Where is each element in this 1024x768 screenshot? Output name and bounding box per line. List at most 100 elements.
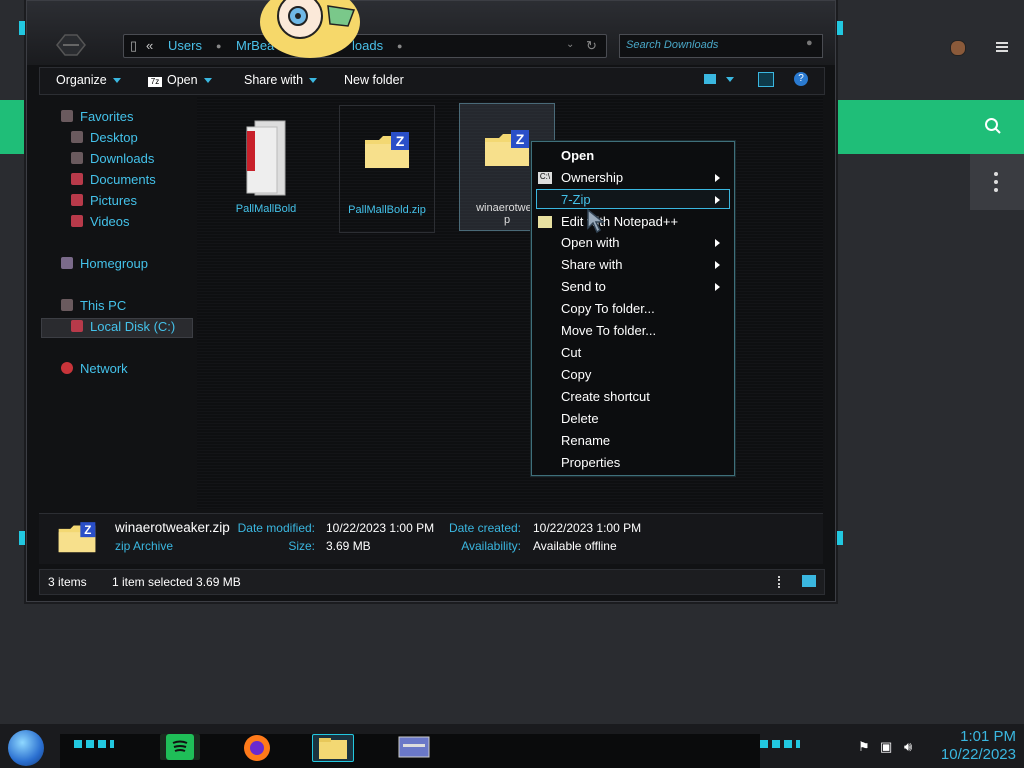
- menu-item-move-to-folder[interactable]: Move To folder...: [561, 323, 656, 338]
- sidebar-item-desktop[interactable]: Desktop: [71, 130, 138, 145]
- search-input[interactable]: Search Downloads ●: [619, 34, 823, 58]
- svg-text:Z: Z: [396, 133, 405, 149]
- large-icons-view-icon[interactable]: [802, 575, 816, 587]
- search-icon[interactable]: [984, 117, 1002, 135]
- menu-item-create-shortcut[interactable]: Create shortcut: [561, 389, 650, 404]
- desktop-icon: [71, 131, 83, 143]
- new-folder-button[interactable]: New folder: [344, 73, 404, 87]
- navigation-pane: Favorites Desktop Downloads Documents Pi…: [39, 97, 197, 509]
- preview-pane-icon[interactable]: [758, 72, 774, 87]
- taskbar-app-window[interactable]: [394, 734, 434, 760]
- taskbar-app-firefox[interactable]: [238, 734, 278, 761]
- file-name: PallMallBold: [235, 203, 297, 215]
- zip-folder-icon: Z: [485, 130, 529, 166]
- chevron-down-icon: [309, 78, 318, 84]
- breadcrumb-users[interactable]: Users: [168, 38, 202, 53]
- frame-accent: [837, 531, 843, 545]
- details-view-icon[interactable]: [778, 576, 784, 588]
- sidebar-item-this-pc[interactable]: This PC: [61, 298, 126, 313]
- chevron-down-icon: [726, 77, 734, 83]
- menu-item-properties[interactable]: Properties: [561, 455, 620, 470]
- search-icon: ●: [806, 37, 813, 49]
- view-icon[interactable]: [704, 74, 716, 84]
- more-options-button[interactable]: [970, 154, 1024, 210]
- menu-item-copy[interactable]: Copy: [561, 367, 591, 382]
- help-icon[interactable]: ?: [794, 72, 808, 86]
- star-icon: [61, 110, 73, 122]
- details-pane: Z winaerotweaker.zip zip Archive Date mo…: [39, 513, 823, 564]
- menu-item-open[interactable]: Open: [561, 148, 594, 163]
- frame-accent: [837, 21, 843, 35]
- share-with-button[interactable]: Share with: [244, 73, 318, 87]
- sidebar-item-local-disk[interactable]: Local Disk (C:): [71, 319, 175, 334]
- chevron-down-icon: [203, 78, 212, 84]
- chevron-down-icon: [112, 78, 121, 84]
- start-button[interactable]: [8, 730, 44, 766]
- detail-size: 3.69 MB: [326, 539, 371, 553]
- menu-item-edit-notepad[interactable]: Edit with Notepad++: [561, 214, 678, 229]
- menu-item-7zip[interactable]: 7-Zip: [561, 192, 591, 207]
- menu-item-ownership[interactable]: Ownership: [561, 170, 623, 185]
- 7zip-icon: 7z: [148, 77, 162, 87]
- submenu-arrow-icon: [715, 174, 720, 182]
- avatar[interactable]: [950, 40, 966, 56]
- sticker-image: [260, 0, 360, 58]
- command-bar: Organize 7z Open Share with New folder ?: [39, 67, 825, 95]
- menu-item-share-with[interactable]: Share with: [561, 257, 622, 272]
- clock[interactable]: 1:01 PM 10/22/2023: [930, 728, 1016, 764]
- sidebar-item-network[interactable]: Network: [61, 361, 128, 376]
- view-dropdown[interactable]: [720, 72, 734, 86]
- zip-folder-icon: Z: [58, 522, 96, 553]
- clock-date: 10/22/2023: [940, 746, 1016, 763]
- open-button[interactable]: 7z Open: [148, 73, 212, 87]
- organize-button[interactable]: Organize: [56, 73, 121, 87]
- documents-icon: [71, 173, 83, 185]
- file-item[interactable]: Z PallMallBold.zip: [339, 105, 435, 233]
- file-explorer-icon: [319, 738, 347, 759]
- sidebar-item-favorites[interactable]: Favorites: [61, 109, 133, 124]
- breadcrumb-separator-icon: ●: [397, 41, 403, 51]
- sidebar-item-documents[interactable]: Documents: [71, 172, 156, 187]
- menu-icon[interactable]: [996, 41, 1008, 53]
- submenu-arrow-icon: [715, 283, 720, 291]
- detail-date-created-label: Date created:: [448, 521, 521, 535]
- network-icon: [61, 362, 73, 374]
- status-bar: 3 items 1 item selected 3.69 MB: [39, 569, 825, 595]
- sidebar-item-homegroup[interactable]: Homegroup: [61, 256, 148, 271]
- status-item-count: 3 items: [48, 575, 87, 589]
- volume-icon[interactable]: 🔊︎: [904, 739, 912, 755]
- detail-date-created: 10/22/2023 1:00 PM: [533, 521, 642, 535]
- menu-item-rename[interactable]: Rename: [561, 433, 610, 448]
- folder-icon: ▯: [130, 38, 138, 53]
- file-item[interactable]: PallMallBold: [219, 105, 313, 231]
- back-forward-icon[interactable]: [53, 33, 89, 57]
- chevron-down-icon[interactable]: ⌄: [566, 39, 574, 50]
- sidebar-item-downloads[interactable]: Downloads: [71, 151, 154, 166]
- submenu-arrow-icon: [715, 261, 720, 269]
- homegroup-icon: [61, 257, 73, 269]
- menu-item-send-to[interactable]: Send to: [561, 279, 606, 294]
- app-window-icon: [398, 736, 430, 758]
- taskbar-accent: [74, 740, 114, 748]
- menu-item-open-with[interactable]: Open with: [561, 235, 620, 250]
- detail-availability-label: Availability:: [461, 539, 521, 553]
- pictures-icon: [71, 194, 83, 206]
- sidebar-item-videos[interactable]: Videos: [71, 214, 130, 229]
- svg-text:Z: Z: [84, 524, 91, 537]
- flag-icon[interactable]: ⚑: [858, 739, 870, 755]
- menu-item-delete[interactable]: Delete: [561, 411, 599, 426]
- mouse-cursor-icon: [587, 208, 606, 234]
- overflow-chevron-icon[interactable]: «: [146, 38, 153, 53]
- refresh-icon[interactable]: ↻: [586, 38, 597, 54]
- menu-item-copy-to-folder[interactable]: Copy To folder...: [561, 301, 655, 316]
- breadcrumb-separator-icon: ●: [216, 41, 222, 51]
- taskbar-app-explorer[interactable]: [312, 734, 354, 762]
- detail-date-modified-label: Date modified:: [237, 521, 315, 535]
- notepad-plus-plus-icon: [538, 216, 552, 228]
- svg-text:Z: Z: [516, 131, 525, 147]
- detail-type: zip Archive: [115, 539, 174, 553]
- taskbar-app-spotify[interactable]: [160, 734, 200, 760]
- network-icon[interactable]: ▣: [880, 739, 892, 755]
- sidebar-item-pictures[interactable]: Pictures: [71, 193, 137, 208]
- menu-item-cut[interactable]: Cut: [561, 345, 581, 360]
